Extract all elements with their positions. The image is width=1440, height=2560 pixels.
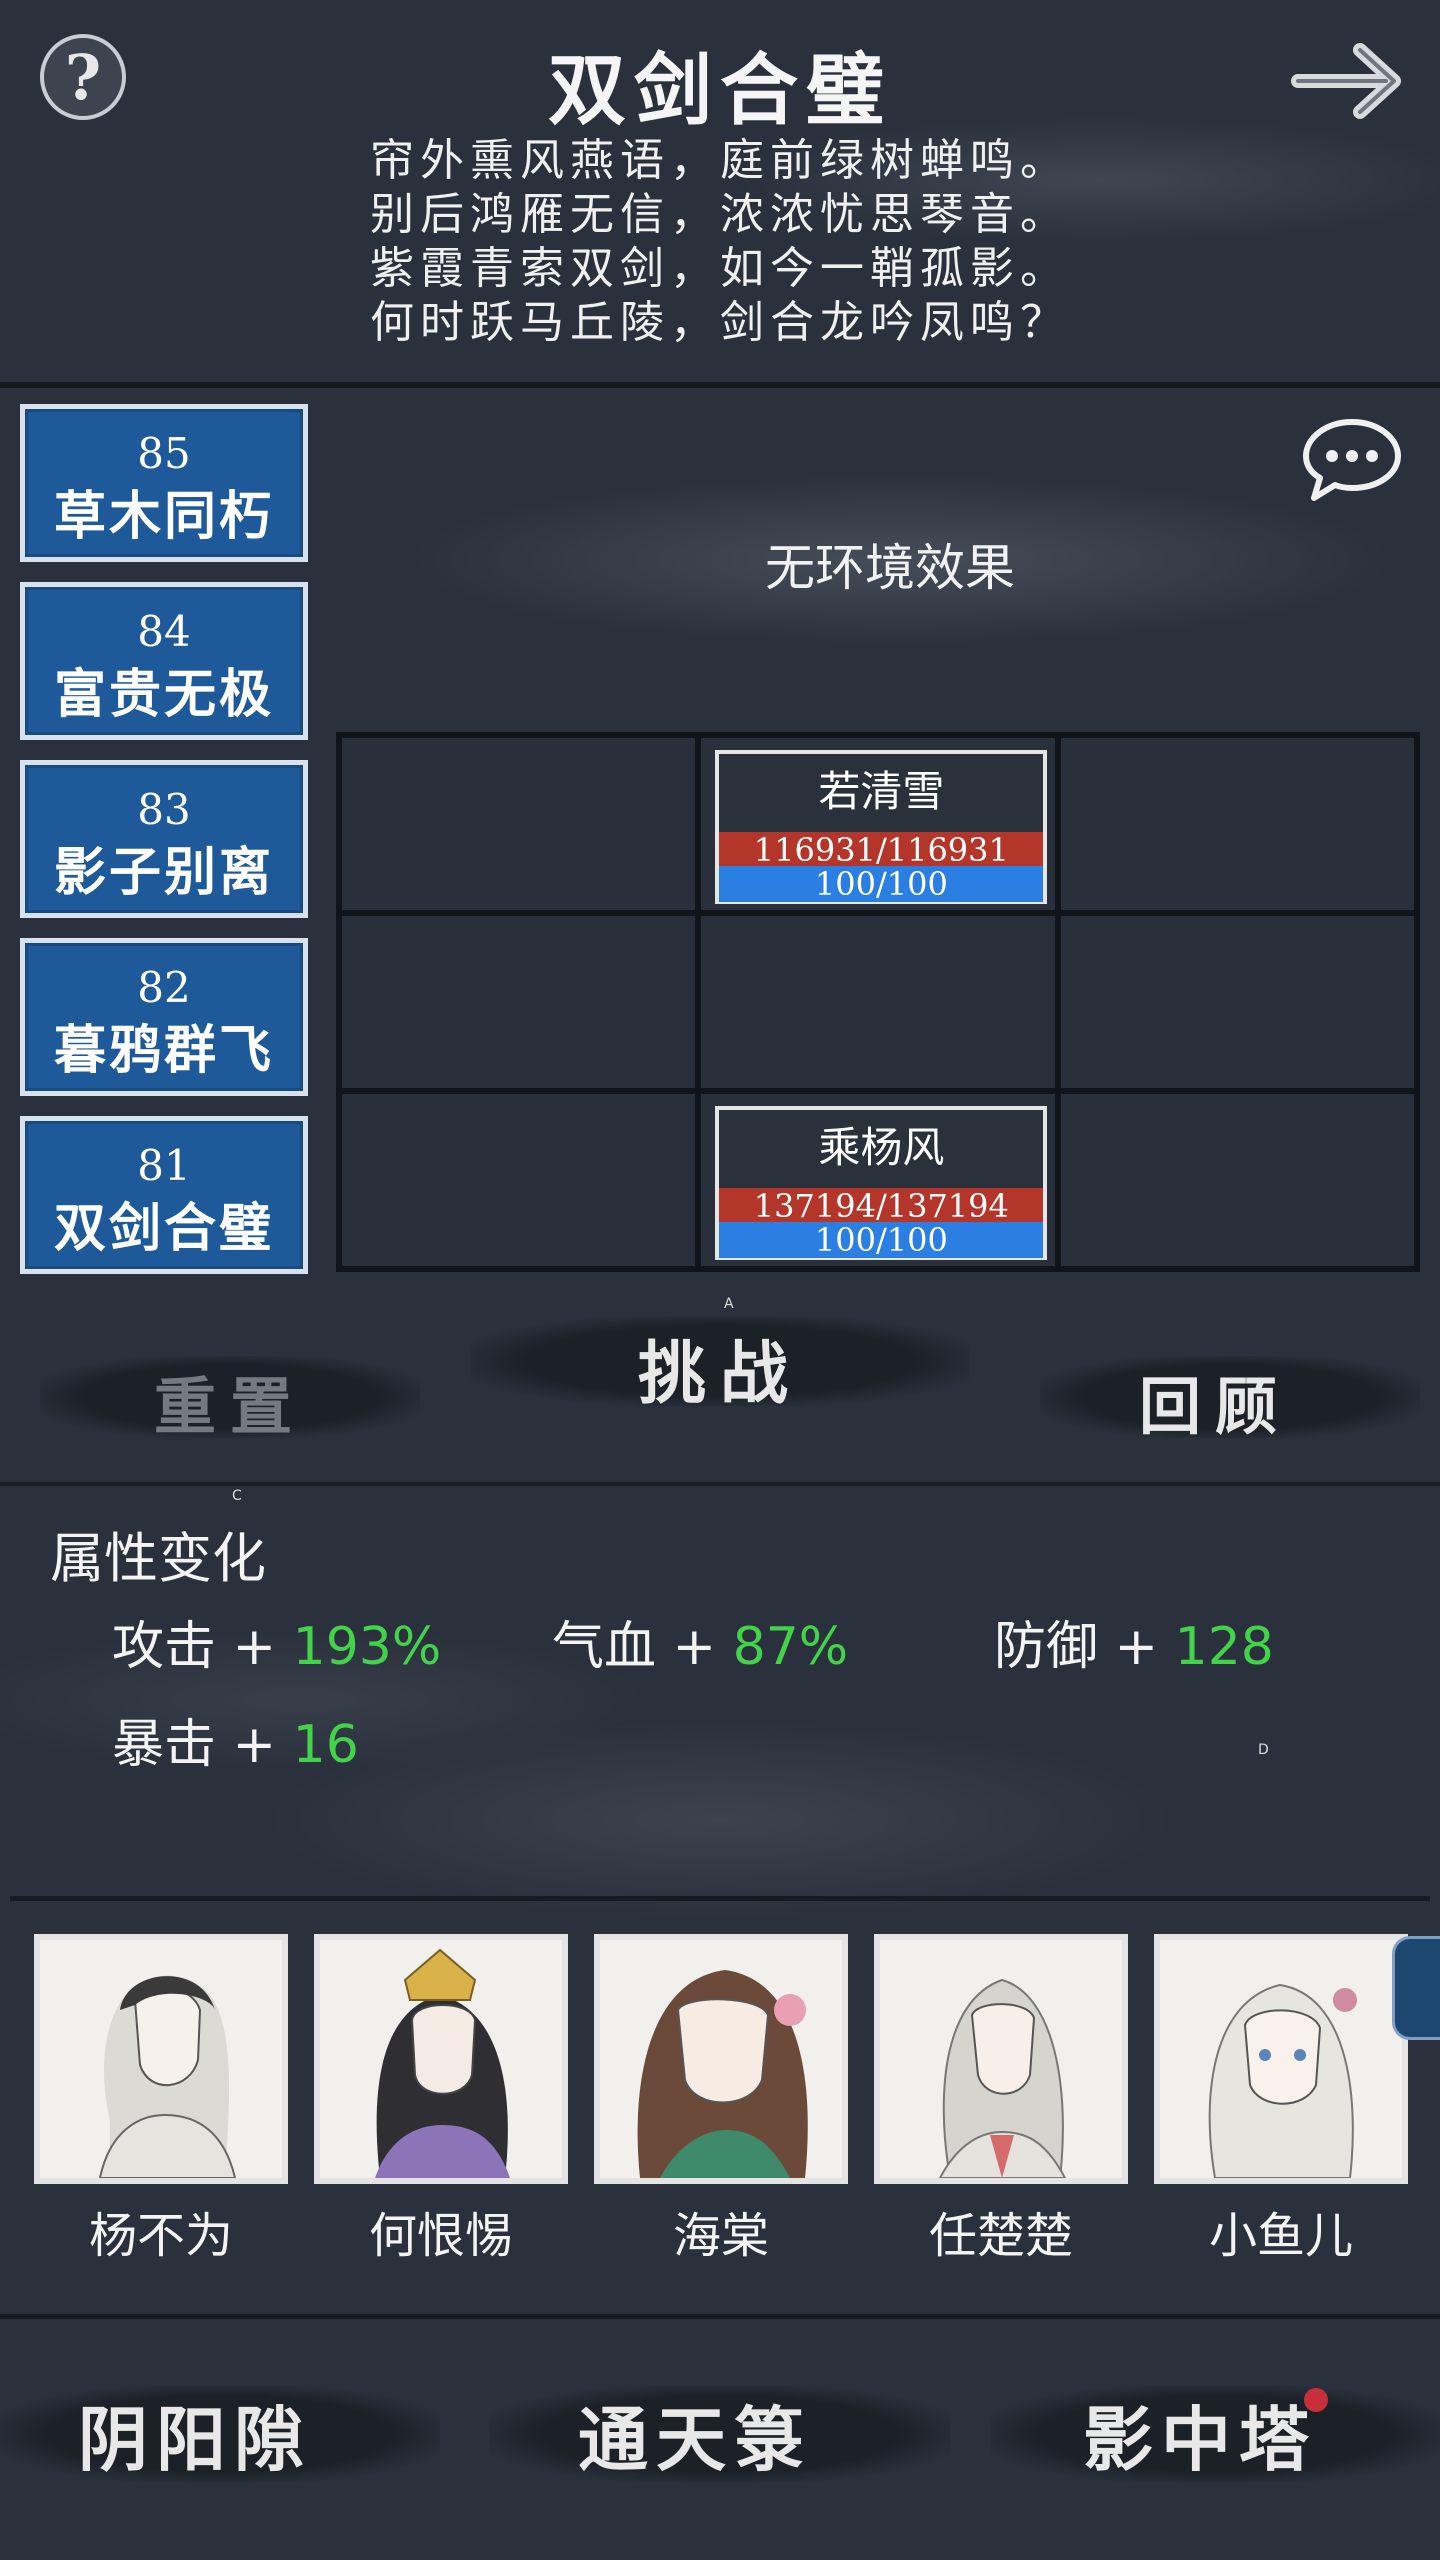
attribute-value: 128 [1174,1617,1274,1677]
level-name: 富贵无极 [53,664,274,725]
attribute-label: 防御 + [994,1617,1175,1677]
arrow-right-icon[interactable] [1290,36,1418,126]
nav-yinyangxi[interactable]: 阴阳隙 [0,2384,390,2485]
level-card-82[interactable]: 82 暮鸦群飞 [20,938,308,1096]
character-name: 任楚楚 [928,2208,1073,2264]
poem-line: 紫霞青索双剑，如今一鞘孤影。 [370,243,1070,294]
divider [0,1482,1440,1486]
level-number: 82 [137,963,191,1012]
character-portrait[interactable] [34,1934,288,2184]
player-unit-card[interactable]: 乘杨风 137194/137194 100/100 [715,1106,1048,1260]
attribute-value: 87% [732,1617,849,1677]
character-portrait[interactable] [874,1934,1128,2184]
attribute-value: 16 [292,1715,359,1775]
attributes-title: 属性变化 [50,1527,266,1590]
battle-grid: 若清雪 116931/116931 100/100 乘杨风 137194/137… [336,732,1420,1272]
divider [0,382,1440,388]
poem-line: 别后鸿雁无信，浓浓忧思琴音。 [370,189,1070,240]
young-girl-portrait-icon [1160,1940,1402,2178]
level-name: 暮鸦群飞 [53,1020,274,1081]
hp-bar: 137194/137194 [719,1186,1044,1224]
attribute-hp: 气血 + 87% [552,1604,848,1679]
character-portrait[interactable] [1154,1934,1408,2184]
divider [0,2314,1440,2319]
chat-bubble-icon[interactable] [1300,414,1404,504]
level-card-85[interactable]: 85 草木同朽 [20,404,308,562]
level-name: 影子别离 [53,842,274,903]
flower-girl-portrait-icon [600,1940,842,2178]
review-button[interactable]: 回顾 [1040,1356,1390,1446]
level-card-83[interactable]: 83 影子别离 [20,760,308,918]
level-name: 双剑合璧 [53,1198,274,1259]
notification-dot [1304,2388,1328,2412]
debug-mark: C [232,1488,242,1504]
level-number: 81 [137,1141,191,1190]
debug-mark: D [1258,1742,1269,1758]
grid-cell[interactable]: 乘杨风 137194/137194 100/100 [698,1091,1058,1269]
divider [10,1896,1430,1901]
grid-cell[interactable] [1057,1091,1417,1269]
attribute-label: 暴击 + [112,1715,293,1775]
swordsman-portrait-icon [40,1940,282,2178]
page-title: 双剑合璧 [547,45,892,136]
hp-bar: 116931/116931 [719,830,1044,868]
grid-cell[interactable]: 若清雪 116931/116931 100/100 [698,735,1058,913]
level-card-84[interactable]: 84 富贵无极 [20,582,308,740]
character-portrait[interactable] [314,1934,568,2184]
attribute-label: 气血 + [552,1617,733,1677]
grid-cell[interactable] [339,1091,699,1269]
mp-bar: 100/100 [719,1222,1044,1258]
crowned-woman-portrait-icon [320,1940,562,2178]
character-name: 海棠 [672,2208,769,2264]
poem: 帘外熏风燕语，庭前绿树蝉鸣。 别后鸿雁无信，浓浓忧思琴音。 紫霞青索双剑，如今一… [0,134,1440,350]
grid-cell[interactable] [339,735,699,913]
debug-mark: A [724,1296,734,1312]
nav-tongtianlu[interactable]: 通天箓 [490,2384,900,2485]
grid-cell[interactable] [1057,735,1417,913]
grid-cell[interactable] [698,913,1058,1091]
character-name: 何恨惕 [368,2208,513,2264]
level-number: 84 [137,607,191,656]
attribute-label: 攻击 + [112,1617,293,1677]
character-name: 小鱼儿 [1208,2208,1353,2264]
reset-button[interactable]: 重置 [40,1356,420,1446]
level-number: 85 [137,429,191,478]
grid-cell[interactable] [1057,913,1417,1091]
level-number: 83 [137,785,191,834]
maiden-portrait-icon [880,1940,1122,2178]
attribute-defense: 防御 + 128 [994,1604,1274,1679]
expand-tab-icon[interactable] [1392,1936,1440,2040]
unit-name: 乘杨风 [818,1123,945,1172]
character-name: 杨不为 [88,2208,233,2264]
poem-line: 帘外熏风燕语，庭前绿树蝉鸣。 [370,135,1070,186]
enemy-unit-card[interactable]: 若清雪 116931/116931 100/100 [715,750,1048,904]
grid-cell[interactable] [339,913,699,1091]
mp-bar: 100/100 [719,866,1044,902]
character-portrait[interactable] [594,1934,848,2184]
attribute-value: 193% [292,1617,442,1677]
attribute-crit: 暴击 + 16 [112,1702,359,1777]
level-card-81[interactable]: 81 双剑合璧 [20,1116,308,1274]
unit-name: 若清雪 [818,767,945,816]
level-name: 草木同朽 [53,486,274,547]
challenge-button[interactable]: 挑战 [470,1318,970,1417]
environment-effect: 无环境效果 [765,539,1015,597]
poem-line: 何时跃马丘陵，剑合龙吟凤鸣？ [370,297,1070,348]
attribute-attack: 攻击 + 193% [112,1604,441,1679]
